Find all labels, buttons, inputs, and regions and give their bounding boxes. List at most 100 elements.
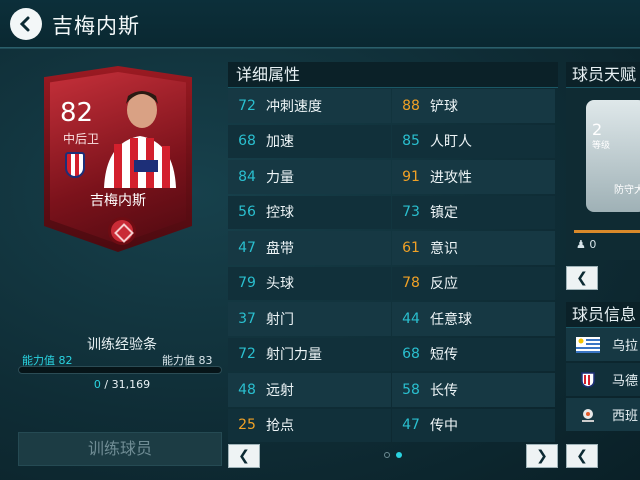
attribute-cell: 48 远射 bbox=[228, 373, 391, 407]
attribute-name: 抢点 bbox=[266, 418, 294, 435]
attribute-cell: 25 抢点 bbox=[228, 408, 391, 442]
attribute-name: 人盯人 bbox=[430, 134, 472, 151]
talent-count-value: 0 bbox=[589, 238, 597, 251]
atletico-madrid-crest-icon bbox=[65, 152, 85, 178]
attribute-row: 84 力量 91 进攻性 bbox=[228, 159, 558, 195]
attribute-value: 91 bbox=[402, 168, 420, 185]
attribute-value: 72 bbox=[238, 346, 256, 363]
attribute-name: 进攻性 bbox=[430, 169, 472, 186]
player-info-header: 球员信息 bbox=[566, 302, 640, 328]
attribute-name: 反应 bbox=[430, 276, 458, 293]
attribute-value: 61 bbox=[402, 239, 420, 256]
laliga-logo-icon bbox=[576, 407, 600, 423]
attribute-cell: 72 冲刺速度 bbox=[228, 89, 391, 123]
player-info-text: 马德 bbox=[612, 374, 639, 389]
page-indicator-dot bbox=[384, 452, 390, 458]
chevron-left-icon bbox=[19, 16, 30, 32]
talent-progress-fill bbox=[574, 230, 640, 233]
attribute-value: 84 bbox=[238, 168, 256, 185]
attribute-name: 意识 bbox=[430, 240, 458, 257]
attribute-name: 头球 bbox=[266, 276, 294, 293]
attribute-cell: 72 射门力量 bbox=[228, 337, 391, 371]
train-player-button[interactable]: 训练球员 bbox=[18, 432, 222, 466]
attribute-row: 56 控球 73 镇定 bbox=[228, 195, 558, 231]
attribute-value: 48 bbox=[238, 381, 256, 398]
attribute-name: 传中 bbox=[430, 418, 458, 435]
attribute-name: 铲球 bbox=[430, 98, 458, 115]
back-button[interactable] bbox=[10, 8, 42, 40]
player-info-list: 乌拉马德西班 bbox=[566, 328, 640, 433]
attributes-next-button[interactable]: ❯ bbox=[526, 444, 558, 468]
player-info-item[interactable]: 西班 bbox=[566, 398, 640, 431]
attribute-cell: 68 短传 bbox=[392, 337, 555, 371]
attribute-row: 68 加速 85 人盯人 bbox=[228, 124, 558, 160]
attribute-value: 47 bbox=[238, 239, 256, 256]
player-info-item[interactable]: 马德 bbox=[566, 363, 640, 396]
player-info-item[interactable]: 乌拉 bbox=[566, 328, 640, 361]
attribute-cell: 91 进攻性 bbox=[392, 160, 555, 194]
attribute-value: 68 bbox=[402, 346, 420, 363]
exp-current: 0 bbox=[93, 378, 101, 391]
attribute-row: 37 射门 44 任意球 bbox=[228, 301, 558, 337]
exp-total: 31,169 bbox=[111, 378, 151, 391]
attribute-cell: 73 镇定 bbox=[392, 195, 555, 229]
person-icon: ♟ bbox=[576, 238, 586, 251]
attribute-cell: 58 长传 bbox=[392, 373, 555, 407]
attribute-name: 远射 bbox=[266, 382, 294, 399]
attribute-cell: 47 传中 bbox=[392, 408, 555, 442]
talent-progress-bar bbox=[574, 230, 640, 233]
page-indicator-dot-active bbox=[396, 452, 402, 458]
attribute-cell: 84 力量 bbox=[228, 160, 391, 194]
attribute-name: 短传 bbox=[430, 347, 458, 364]
uruguay-flag-icon bbox=[576, 336, 600, 353]
card-rarity-icon bbox=[111, 220, 133, 242]
attribute-cell: 79 头球 bbox=[228, 266, 391, 300]
attribute-name: 任意球 bbox=[430, 311, 472, 328]
attribute-name: 盘带 bbox=[266, 240, 294, 257]
attribute-name: 射门力量 bbox=[266, 347, 322, 364]
attribute-row: 47 盘带 61 意识 bbox=[228, 230, 558, 266]
attribute-cell: 78 反应 bbox=[392, 266, 555, 300]
attribute-row: 48 远射 58 长传 bbox=[228, 372, 558, 408]
talent-count: ♟ 0 bbox=[576, 238, 596, 251]
page-title: 吉梅内斯 bbox=[52, 14, 140, 38]
attribute-cell: 44 任意球 bbox=[392, 302, 555, 336]
player-position: 中后卫 bbox=[63, 132, 100, 146]
attribute-name: 力量 bbox=[266, 169, 294, 186]
attribute-cell: 85 人盯人 bbox=[392, 124, 555, 158]
attributes-prev-button[interactable]: ❮ bbox=[228, 444, 260, 468]
talent-name: 防守大 bbox=[614, 185, 640, 196]
attribute-name: 加速 bbox=[266, 134, 294, 151]
info-prev-button[interactable]: ❮ bbox=[566, 444, 598, 468]
attribute-value: 78 bbox=[402, 275, 420, 292]
talent-level: 2 bbox=[592, 120, 603, 139]
attribute-cell: 88 铲球 bbox=[392, 89, 555, 123]
attribute-value: 68 bbox=[238, 133, 256, 150]
talent-level-label: 等级 bbox=[592, 141, 611, 151]
attribute-cell: 56 控球 bbox=[228, 195, 391, 229]
talent-prev-button[interactable]: ❮ bbox=[566, 266, 598, 290]
attribute-name: 冲刺速度 bbox=[266, 98, 322, 115]
attributes-grid: 72 冲刺速度 88 铲球 68 加速 85 人盯人 84 力量 91 进攻性 56 控球 73 镇定 47 盘带… bbox=[228, 88, 558, 443]
attribute-value: 25 bbox=[238, 417, 256, 434]
attribute-row: 79 头球 78 反应 bbox=[228, 266, 558, 302]
player-name: 吉梅内斯 bbox=[90, 193, 146, 209]
exp-separator: / bbox=[104, 378, 112, 391]
attribute-name: 镇定 bbox=[430, 205, 458, 222]
attribute-cell: 68 加速 bbox=[228, 124, 391, 158]
attribute-value: 72 bbox=[238, 97, 256, 114]
attribute-cell: 37 射门 bbox=[228, 302, 391, 336]
attribute-value: 47 bbox=[402, 417, 420, 434]
attribute-value: 88 bbox=[402, 97, 420, 114]
player-rating: 82 bbox=[60, 98, 94, 128]
attribute-cell: 61 意识 bbox=[392, 231, 555, 265]
attribute-value: 44 bbox=[402, 310, 420, 327]
player-photo bbox=[104, 91, 176, 188]
attribute-value: 73 bbox=[402, 204, 420, 221]
attribute-value: 79 bbox=[238, 275, 256, 292]
attribute-cell: 47 盘带 bbox=[228, 231, 391, 265]
attribute-row: 25 抢点 47 传中 bbox=[228, 408, 558, 444]
attributes-header: 详细属性 bbox=[228, 62, 558, 88]
talent-header: 球员天赋 bbox=[566, 62, 640, 88]
attribute-value: 37 bbox=[238, 310, 256, 327]
